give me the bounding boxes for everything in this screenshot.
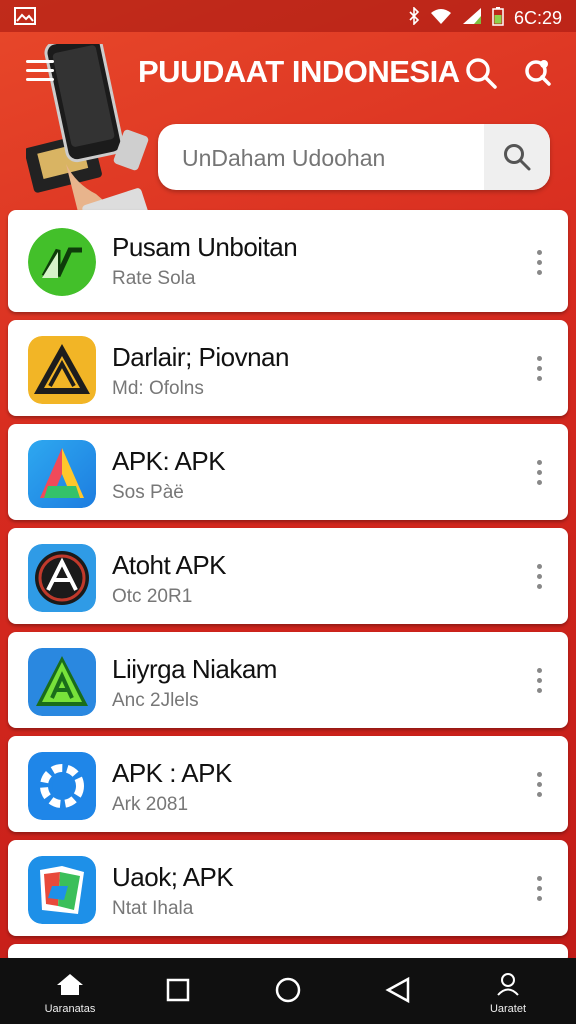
- list-item[interactable]: APK: APK Sos Pàë: [8, 424, 568, 520]
- app-title: PUUDAAT INDONESIA: [138, 54, 460, 89]
- app-name: Pusam Unboitan: [112, 232, 298, 262]
- more-options-icon[interactable]: [536, 668, 544, 694]
- app-name: Uaok; APK: [112, 862, 234, 892]
- more-options-icon[interactable]: [536, 876, 544, 902]
- more-options-icon[interactable]: [536, 460, 544, 486]
- back-triangle-icon: [385, 976, 410, 1004]
- list-item[interactable]: Atoht APK Otc 20R1: [8, 528, 568, 624]
- battery-icon: [492, 6, 504, 31]
- nav-recents[interactable]: [148, 978, 208, 1005]
- nav-home[interactable]: Uaranatas: [40, 972, 100, 1015]
- profile-icon: [497, 973, 519, 996]
- app-header: PUUDAAT INDONESIA: [0, 32, 576, 244]
- wifi-icon: [430, 7, 452, 30]
- nav-profile[interactable]: Uaratet: [478, 972, 538, 1015]
- nav-back[interactable]: [368, 976, 428, 1007]
- app-subtitle: Ark 2081: [112, 794, 189, 815]
- search-bar[interactable]: [158, 124, 550, 190]
- more-options-icon[interactable]: [536, 250, 544, 276]
- clock-time: 6C:29: [513, 8, 562, 28]
- status-bar: 6C:29: [0, 0, 576, 32]
- a-gradient-app-icon: [28, 440, 96, 508]
- bottom-navigation-bar: Uaranatas Uaratet: [0, 958, 576, 1024]
- nav-home-label: Uaranatas: [44, 1003, 96, 1015]
- map-app-icon: [28, 856, 96, 924]
- app-name: APK: APK: [112, 446, 226, 476]
- list-item[interactable]: Uaok; APK Ntat Ihala: [8, 840, 568, 936]
- bluetooth-icon: [408, 6, 420, 30]
- more-options-icon[interactable]: [536, 356, 544, 382]
- app-subtitle: Otc 20R1: [112, 586, 193, 607]
- nav-home-circle[interactable]: [258, 976, 318, 1007]
- app-subtitle: Anc 2Jlels: [112, 690, 199, 711]
- gallery-icon: [14, 7, 36, 30]
- app-subtitle: Sos Pàë: [112, 482, 184, 503]
- search-button[interactable]: [484, 124, 550, 190]
- nav-profile-label: Uaratet: [489, 1003, 527, 1015]
- more-options-icon[interactable]: [536, 772, 544, 798]
- search-input[interactable]: [180, 144, 474, 173]
- app-name: APK : APK: [112, 758, 232, 788]
- app-list: Pusam Unboitan Rate Sola Darlair; Piovna…: [8, 210, 568, 972]
- more-options-icon[interactable]: [536, 564, 544, 590]
- blue-gear-app-icon: [28, 752, 96, 820]
- list-item[interactable]: APK : APK Ark 2081: [8, 736, 568, 832]
- list-item[interactable]: Darlair; Piovnan Md: Ofolns: [8, 320, 568, 416]
- list-item[interactable]: Liiyrga Niakam Anc 2Jlels: [8, 632, 568, 728]
- circle-icon: [275, 977, 301, 1003]
- app-subtitle: Md: Ofolns: [112, 378, 204, 399]
- list-item[interactable]: Pusam Unboitan Rate Sola: [8, 210, 568, 312]
- app-name: Liiyrga Niakam: [112, 654, 277, 684]
- search-button-icon: [504, 144, 531, 171]
- circle-badge-app-icon: [28, 544, 96, 612]
- notification-icon[interactable]: [522, 56, 556, 90]
- app-name: Atoht APK: [112, 550, 227, 580]
- square-icon: [166, 978, 190, 1002]
- home-icon: [57, 974, 83, 995]
- green-app-icon: [28, 228, 96, 296]
- menu-icon[interactable]: [26, 60, 54, 84]
- signal-icon: [462, 7, 482, 30]
- app-name: Darlair; Piovnan: [112, 342, 289, 372]
- app-subtitle: Rate Sola: [112, 268, 196, 289]
- search-icon[interactable]: [464, 56, 498, 90]
- green-triangle-app-icon: [28, 648, 96, 716]
- app-subtitle: Ntat Ihala: [112, 898, 194, 919]
- warning-app-icon: [28, 336, 96, 404]
